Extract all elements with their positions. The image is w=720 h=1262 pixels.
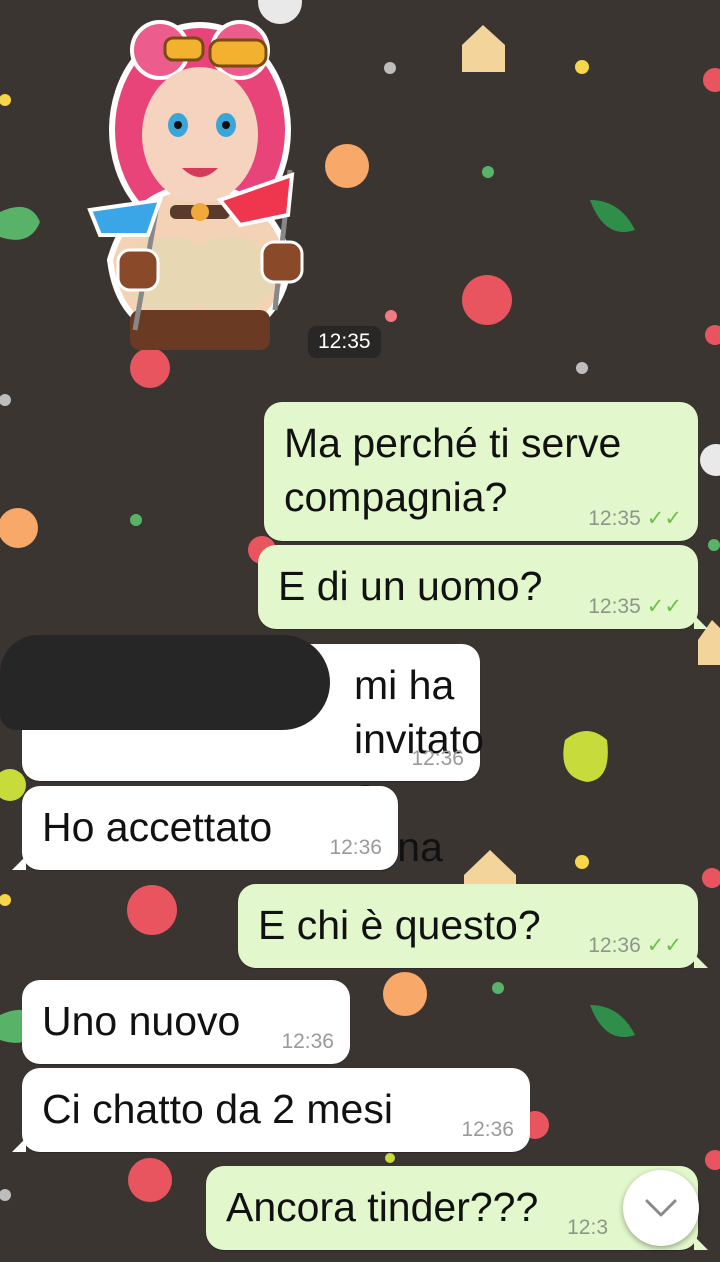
incoming-message[interactable]: Ci chatto da 2 mesi 12:36 [12,1068,530,1152]
scroll-to-bottom-button[interactable] [623,1170,699,1246]
outgoing-message[interactable]: E di un uomo? 12:35 ✓✓ [258,545,708,629]
read-ticks-icon: ✓✓ [646,507,682,530]
message-time: 12:36 [588,933,641,957]
message-meta: 12:36 [281,1030,334,1054]
outgoing-message[interactable]: E chi è questo? 12:36 ✓✓ [238,884,708,968]
read-ticks-icon: ✓✓ [646,595,682,618]
incoming-message[interactable]: Uno nuovo 12:36 [22,980,350,1064]
redacted-name-scribble [0,635,330,730]
message-text: Ci chatto da 2 mesi [42,1086,393,1132]
message-time: 12:36 [411,747,464,770]
message-time: 12:36 [281,1030,334,1053]
girl-with-flags-sticker-icon [87,20,304,350]
outgoing-message[interactable]: Ma perché ti serve compagnia? 12:35 ✓✓ [264,402,698,541]
message-text: Uno nuovo [42,998,241,1044]
message-meta: 12:36 [461,1118,514,1142]
message-text: Ho accettato [42,804,273,850]
message-text: Ma perché ti serve compagnia? [284,420,622,520]
message-meta: 12:36 [411,747,464,771]
message-meta: 12:3 [567,1216,608,1240]
message-text: E di un uomo? [278,563,543,609]
message-text: E chi è questo? [258,902,541,948]
sticker-message[interactable] [70,10,330,360]
read-ticks-icon: ✓✓ [646,934,682,957]
message-time: 12:3 [567,1216,608,1239]
chevron-down-icon [645,1199,677,1217]
message-time: 12:36 [461,1118,514,1141]
message-meta: 12:36 [329,836,382,860]
message-time: 12:35 [588,506,641,530]
message-meta: 12:36 ✓✓ [588,933,682,958]
message-meta: 12:35 ✓✓ [588,594,682,619]
message-time: 12:36 [329,836,382,859]
message-time: 12:35 [588,594,641,618]
incoming-message[interactable]: Ho accettato 12:36 [12,786,398,870]
message-meta: 12:35 ✓✓ [588,506,682,531]
sticker-timestamp: 12:35 [308,326,381,358]
message-text: Ancora tinder??? [226,1184,539,1230]
